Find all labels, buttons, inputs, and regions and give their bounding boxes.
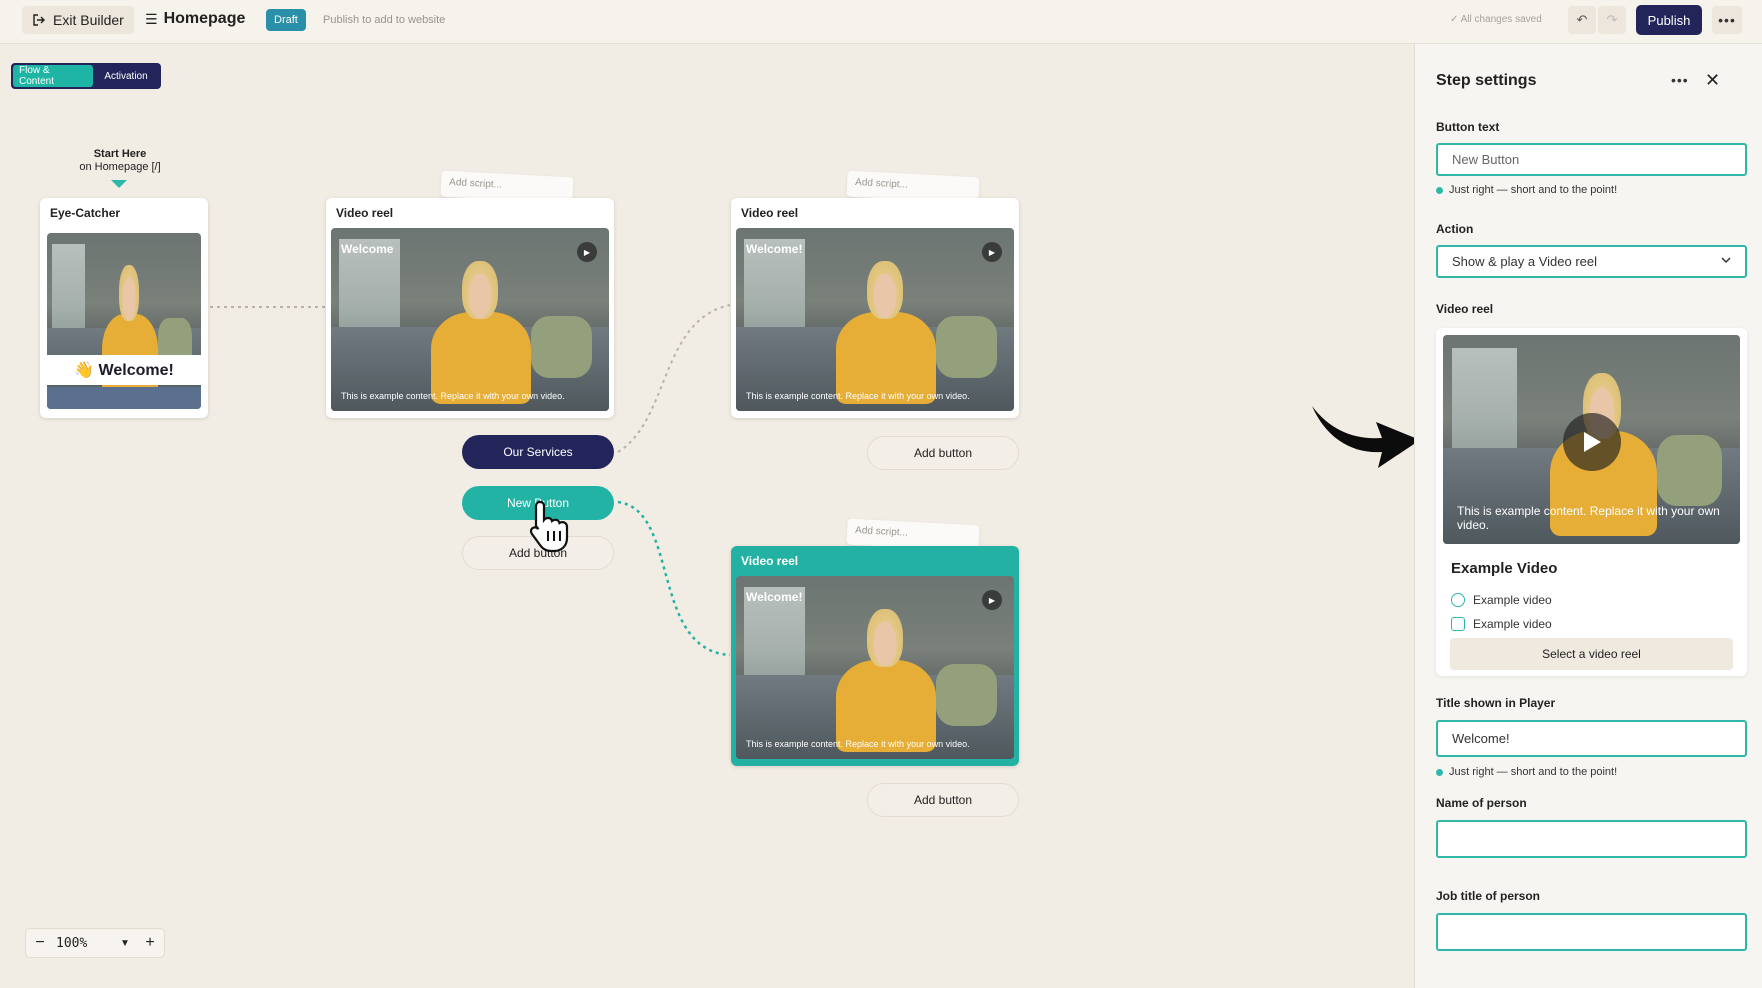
video-name: Example Video [1451, 560, 1558, 577]
button-text-hint-text: Just right — short and to the point! [1449, 184, 1618, 196]
button-text-hint: Just right — short and to the point! [1436, 184, 1617, 196]
video-meta-item: Example video [1451, 617, 1552, 631]
video-meta-item: Example video [1451, 593, 1552, 607]
chevron-down-icon [1721, 257, 1731, 264]
saved-status: ✓ All changes saved [1450, 14, 1542, 25]
mode-toggle: Flow & Content Activation [11, 63, 161, 89]
exit-builder-button[interactable]: Exit Builder [22, 6, 134, 34]
pointer-arrow-icon [1312, 406, 1420, 468]
play-icon[interactable]: ▶ [577, 242, 597, 262]
eye-catcher-welcome: 👋 Welcome! [47, 355, 201, 385]
video-meta-text: Example video [1473, 593, 1552, 607]
button-text-placeholder: New Button [1452, 152, 1520, 167]
video-node-title: Video reel [741, 554, 799, 568]
title-in-player-hint-text: Just right — short and to the point! [1449, 766, 1618, 778]
eye-catcher-card[interactable]: Eye-Catcher 👋 Welcome! [40, 198, 208, 418]
job-title-label: Job title of person [1436, 889, 1541, 903]
tab-activation[interactable]: Activation [93, 65, 159, 87]
start-subtitle: on Homepage [/] [79, 161, 161, 173]
status-dot-icon [1436, 186, 1443, 194]
start-caret-icon [111, 180, 127, 188]
zoom-control: − 100% ▼ + [25, 928, 165, 958]
play-icon[interactable]: ▶ [982, 590, 1002, 610]
play-triangle-icon [1584, 432, 1601, 452]
video-reel-node-selected[interactable]: Video reel Welcome! ▶ This is example co… [731, 546, 1019, 766]
add-button[interactable]: Add button [867, 783, 1019, 817]
zoom-dropdown-icon[interactable]: ▼ [120, 938, 136, 949]
add-button[interactable]: Add button [867, 436, 1019, 470]
panel-more-icon[interactable]: ••• [1671, 72, 1689, 88]
publish-button[interactable]: Publish [1636, 5, 1702, 35]
eye-catcher-thumbnail: 👋 Welcome! [47, 233, 201, 409]
video-reel-caption: This is example content. Replace it with… [1457, 504, 1720, 532]
video-title: Welcome! [746, 590, 803, 604]
name-of-person-input[interactable] [1436, 820, 1747, 858]
video-reel-node[interactable]: Video reel Welcome ▶ This is example con… [326, 198, 614, 418]
video-reel-card: This is example content. Replace it with… [1436, 328, 1747, 676]
video-reel-node[interactable]: Video reel Welcome! ▶ This is example co… [731, 198, 1019, 418]
action-select-value: Show & play a Video reel [1452, 254, 1598, 269]
step-settings-panel: Step settings ••• ✕ Button text New Butt… [1414, 44, 1762, 988]
video-title: Welcome [341, 242, 394, 256]
video-meta-text: Example video [1473, 617, 1552, 631]
video-caption: This is example content. Replace it with… [746, 739, 970, 749]
video-thumbnail: Welcome ▶ This is example content. Repla… [331, 228, 609, 411]
connector-newbutton-to-video [617, 500, 731, 657]
play-icon[interactable] [1563, 413, 1621, 471]
start-title: Start Here [93, 148, 147, 160]
zoom-level: 100% [56, 935, 88, 951]
exit-icon [33, 14, 45, 26]
draft-badge: Draft [266, 9, 306, 31]
tab-flow-content[interactable]: Flow & Content [13, 65, 93, 87]
zoom-in-button[interactable]: + [136, 934, 164, 952]
publish-hint: Publish to add to website [323, 14, 446, 26]
flow-connectors [210, 304, 731, 657]
action-select[interactable]: Show & play a Video reel [1436, 245, 1747, 278]
title-in-player-label: Title shown in Player [1436, 696, 1556, 710]
play-icon[interactable]: ▶ [982, 242, 1002, 262]
video-node-title: Video reel [336, 206, 394, 220]
eye-catcher-title: Eye-Catcher [50, 206, 121, 220]
video-caption: This is example content. Replace it with… [746, 391, 970, 401]
action-label: Action [1436, 222, 1474, 236]
select-video-reel-button[interactable]: Select a video reel [1450, 638, 1733, 670]
page-icon: ☰ [145, 10, 158, 27]
top-bar: Exit Builder ☰ Homepage Draft Publish to… [0, 0, 1762, 44]
job-title-input[interactable] [1436, 913, 1747, 951]
more-options-icon[interactable]: ••• [1712, 6, 1742, 34]
exit-builder-label: Exit Builder [53, 12, 124, 28]
video-title: Welcome! [746, 242, 803, 256]
clock-icon [1451, 593, 1465, 607]
hand-cursor-icon [529, 500, 569, 553]
start-label: Start Here on Homepage [/] [60, 148, 180, 174]
video-reel-label: Video reel [1436, 302, 1494, 316]
calendar-icon [1451, 617, 1465, 631]
page-title[interactable]: ☰ Homepage [145, 10, 245, 28]
undo-button[interactable]: ↶ [1568, 6, 1596, 34]
connector-services-to-video [617, 304, 731, 453]
video-thumbnail: Welcome! ▶ This is example content. Repl… [736, 228, 1014, 411]
video-node-title: Video reel [741, 206, 799, 220]
name-of-person-label: Name of person [1436, 796, 1527, 810]
video-thumbnail: Welcome! ▶ This is example content. Repl… [736, 576, 1014, 759]
redo-button[interactable]: ↷ [1598, 6, 1626, 34]
close-icon[interactable]: ✕ [1705, 70, 1720, 91]
status-dot-icon [1436, 768, 1443, 776]
video-caption: This is example content. Replace it with… [341, 391, 565, 401]
our-services-button[interactable]: Our Services [462, 435, 614, 469]
page-title-text: Homepage [163, 10, 246, 27]
title-in-player-input[interactable]: Welcome! [1436, 720, 1747, 757]
video-reel-preview[interactable]: This is example content. Replace it with… [1443, 335, 1740, 544]
panel-title: Step settings [1436, 72, 1537, 89]
title-in-player-hint: Just right — short and to the point! [1436, 766, 1617, 778]
button-text-label: Button text [1436, 120, 1500, 134]
zoom-out-button[interactable]: − [26, 934, 54, 952]
button-text-input[interactable]: New Button [1436, 143, 1747, 176]
title-in-player-value: Welcome! [1452, 731, 1510, 746]
